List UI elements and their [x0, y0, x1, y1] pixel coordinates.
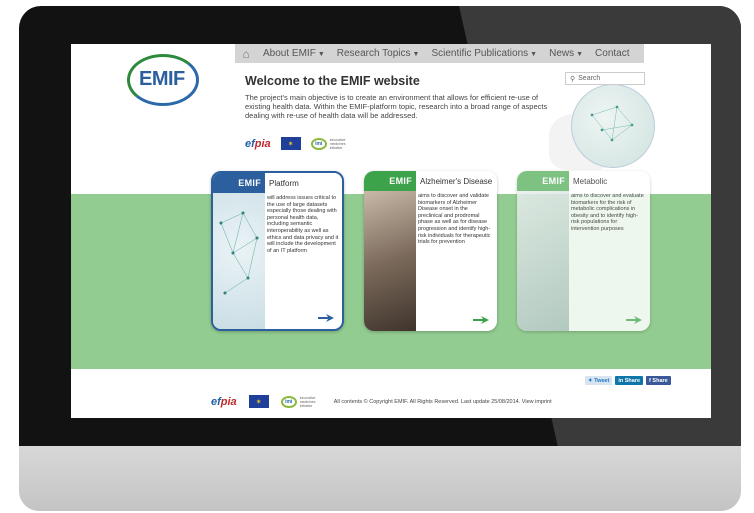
partner-logos-top: efpia ✶ imi innovative medicines initiat… [245, 137, 348, 150]
copyright-text: All contents © Copyright EMIF. All Right… [333, 398, 552, 405]
card-metabolic-image [517, 191, 569, 331]
card-brand: EMIF [542, 176, 565, 186]
card-metabolic[interactable]: EMIF Metabolic aims to discover and eval… [517, 171, 650, 331]
linkedin-label: Share [624, 377, 641, 384]
share-buttons: ✦ Tweet in Share f Share [585, 376, 671, 385]
card-description: aims to discover and validate biomarkers… [418, 193, 491, 246]
imi-badge: imi [310, 137, 327, 150]
search-icon: ⚲ [570, 75, 576, 83]
hero-petri-dish-image [571, 84, 655, 168]
nav-item-research[interactable]: Research Topics ▼ [331, 48, 426, 59]
facebook-label: Share [652, 377, 668, 384]
monitor: EMIF ⌂ About EMIF ▼ Research Topics ▼ Scie… [19, 6, 741, 511]
card-alzheimers[interactable]: EMIF Alzheimer's Disease aims to discove… [364, 171, 497, 331]
efpia-logo-part: pia [220, 395, 237, 408]
efpia-logo-part: ef [245, 137, 255, 150]
facebook-share-button[interactable]: f Share [646, 376, 671, 385]
card-description: aims to discover and evaluate biomarkers… [571, 193, 644, 232]
page-title: Welcome to the EMIF website [245, 74, 420, 88]
eu-flag-icon[interactable]: ✶ [280, 137, 301, 150]
linkedin-share-button[interactable]: in Share [615, 376, 644, 385]
home-icon[interactable]: ⌂ [235, 44, 257, 63]
nav-item-about[interactable]: About EMIF ▼ [257, 48, 331, 59]
nav-label: Contact [595, 48, 630, 59]
card-title: Metabolic [573, 176, 608, 186]
card-network-image [213, 193, 265, 329]
search-input[interactable]: ⚲ Search [565, 72, 645, 85]
tweet-label: Tweet [594, 377, 610, 384]
network-graphic [219, 211, 259, 295]
card-elderly-portrait-image [364, 191, 416, 331]
card-description: will address issues critical to the use … [267, 195, 339, 254]
footer-efpia-logo[interactable]: efpia [211, 396, 237, 408]
efpia-logo[interactable]: efpia [245, 138, 271, 150]
nav-label: Scientific Publications [431, 48, 529, 59]
card-header: EMIF Metabolic [517, 171, 650, 191]
nav-item-publications[interactable]: Scientific Publications ▼ [425, 48, 543, 59]
emif-logo[interactable]: EMIF [127, 54, 199, 106]
arrow-right-icon[interactable] [626, 315, 642, 325]
nav-label: About EMIF [263, 48, 316, 59]
imi-badge: imi [280, 395, 297, 408]
card-header: EMIF Platform [213, 173, 342, 193]
main-nav: ⌂ About EMIF ▼ Research Topics ▼ Scientifi… [235, 44, 644, 63]
linkedin-icon: in [618, 377, 624, 384]
search-placeholder: Search [578, 75, 601, 82]
card-header: EMIF Alzheimer's Disease [364, 171, 497, 191]
footer-imi-logo[interactable]: imi innovative medicines initiative [280, 395, 318, 408]
efpia-logo-part: ef [211, 395, 221, 408]
card-brand: EMIF [238, 178, 261, 188]
nav-label: Research Topics [336, 48, 411, 59]
imi-subtitle: innovative medicines initiative [299, 395, 316, 408]
efpia-logo-part: pia [254, 137, 271, 150]
card-title: Platform [269, 178, 299, 188]
tweet-button[interactable]: ✦ Tweet [585, 376, 613, 385]
footer-eu-flag-icon[interactable]: ✶ [248, 395, 269, 408]
monitor-chin [19, 446, 741, 511]
nav-label: News [549, 48, 575, 59]
logo-text: EMIF [139, 68, 185, 90]
network-graphic [590, 105, 634, 142]
caret-down-icon: ▼ [576, 51, 584, 58]
card-title: Alzheimer's Disease [420, 176, 493, 186]
card-platform[interactable]: EMIF Platform will address issues critic… [211, 171, 344, 331]
footer: efpia ✶ imi innovative medicines initiat… [211, 395, 552, 408]
nav-item-news[interactable]: News ▼ [543, 48, 589, 59]
nav-item-contact[interactable]: Contact [589, 48, 635, 59]
imi-subtitle: innovative medicines initiative [329, 137, 346, 150]
twitter-icon: ✦ [588, 377, 593, 384]
card-brand: EMIF [389, 176, 412, 186]
caret-down-icon: ▼ [317, 51, 325, 58]
website-screen: EMIF ⌂ About EMIF ▼ Research Topics ▼ Scie… [71, 44, 711, 418]
arrow-right-icon[interactable] [473, 315, 489, 325]
imi-logo[interactable]: imi innovative medicines initiative [310, 137, 348, 150]
arrow-right-icon[interactable] [318, 313, 334, 323]
intro-paragraph: The project's main objective is to creat… [245, 93, 548, 120]
facebook-icon: f [649, 377, 651, 384]
caret-down-icon: ▼ [530, 51, 538, 58]
caret-down-icon: ▼ [412, 51, 420, 58]
